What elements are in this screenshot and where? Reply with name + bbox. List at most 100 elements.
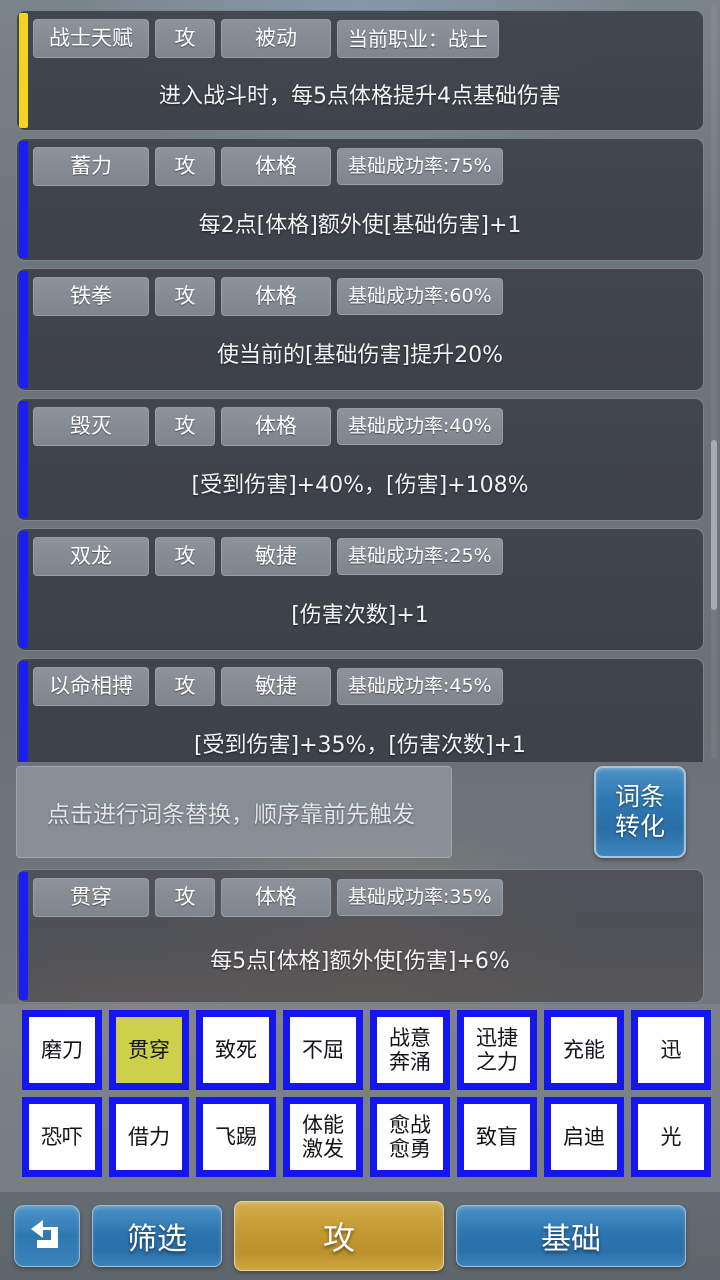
skill-tile[interactable]: 体能激发 [283,1097,363,1177]
card-rate-pill: 基础成功率:45% [337,668,503,705]
skill-card[interactable]: 毁灭攻体格 基础成功率:40% [受到伤害]+40%，[伤害]+108% [16,398,704,521]
card-type-pill: 攻 [155,147,215,186]
card-description: 每2点[体格]额外使[基础伤害]+1 [198,213,522,238]
skill-tile-grid: 磨刀 贯穿 致死 不屈 战意奔涌 迅捷之力 充能 迅 恐吓 借力 飞踢 体能激发 愈战愈勇 致盲 启迪 光 [0,1004,720,1192]
skill-tile-label: 体能激发 [302,1113,344,1161]
bottom-toolbar: 筛选 攻 基础 [0,1192,720,1280]
scrollbar-thumb[interactable] [711,440,717,610]
entry-convert-label-line1: 词条 [614,782,665,811]
filter-button[interactable]: 筛选 [92,1205,222,1267]
card-name-pill: 铁拳 [33,277,149,316]
card-rate-pill: 基础成功率:40% [337,408,503,445]
card-stat-pill: 体格 [221,147,331,186]
skill-tile[interactable]: 愈战愈勇 [370,1097,450,1177]
card-type-pill: 攻 [155,667,215,706]
card-type-pill: 攻 [155,878,215,917]
card-accent-bar [19,271,28,388]
skill-tile-label: 光 [660,1125,682,1149]
skill-card[interactable]: 以命相搏攻敏捷 基础成功率:45% [受到伤害]+35%，[伤害次数]+1 [16,658,704,762]
skill-card[interactable]: 双龙攻敏捷 基础成功率:25% [伤害次数]+1 [16,528,704,651]
card-accent-bar [19,13,28,128]
card-rate-pill: 基础成功率:25% [337,538,503,575]
skill-tile-label: 迅 [660,1038,682,1062]
tab-basic-label: 基础 [541,1222,601,1257]
card-description: [受到伤害]+35%，[伤害次数]+1 [193,733,527,758]
skill-tile-label: 不屈 [302,1038,344,1062]
skill-tile[interactable]: 迅 [631,1010,711,1090]
skill-tile-label: 迅捷之力 [476,1026,518,1074]
skill-tile-label: 愈战愈勇 [389,1113,431,1161]
skill-tile[interactable]: 飞踢 [196,1097,276,1177]
skill-tile[interactable]: 恐吓 [22,1097,102,1177]
selected-skill-card[interactable]: 贯穿 攻 体格 基础成功率:35% 每5点[体格]额外使[伤害]+6% [16,869,704,1003]
skill-tile[interactable]: 迅捷之力 [457,1010,537,1090]
entry-replace-hint: 点击进行词条替换，顺序靠前先触发 [47,802,415,828]
skill-tile-label: 致盲 [476,1125,518,1149]
skill-tile[interactable]: 光 [631,1097,711,1177]
card-name-pill: 蓄力 [33,147,149,186]
card-stat-pill: 被动 [221,19,331,58]
entry-replace-slot[interactable]: 点击进行词条替换，顺序靠前先触发 [16,766,452,858]
entry-convert-button[interactable]: 词条 转化 [594,766,686,858]
card-name-pill: 双龙 [33,537,149,576]
tab-basic[interactable]: 基础 [456,1205,686,1267]
skill-tile-label: 充能 [563,1038,605,1062]
card-header: 蓄力攻体格 基础成功率:75% [17,139,703,186]
card-type-pill: 攻 [155,19,215,58]
card-accent-bar [19,141,28,258]
card-header: 战士天赋攻被动 当前职业：战士 [17,11,703,58]
skill-tile-label: 恐吓 [41,1125,83,1149]
card-rate-pill: 基础成功率:35% [337,879,503,916]
back-button[interactable] [14,1205,80,1267]
card-stat-pill: 体格 [221,878,331,917]
skill-tile-label: 战意奔涌 [389,1026,431,1074]
skill-tile[interactable]: 借力 [109,1097,189,1177]
card-name-pill: 毁灭 [33,407,149,446]
tab-attack[interactable]: 攻 [234,1201,444,1271]
card-stat-pill: 敏捷 [221,667,331,706]
card-name-pill: 以命相搏 [33,667,149,706]
skill-card[interactable]: 蓄力攻体格 基础成功率:75% 每2点[体格]额外使[基础伤害]+1 [16,138,704,261]
skill-tile[interactable]: 磨刀 [22,1010,102,1090]
return-arrow-icon [31,1220,58,1248]
skill-card-list[interactable]: 战士天赋攻被动 当前职业：战士 进入战斗时，每5点体格提升4点基础伤害 蓄力攻体格 基础… [0,0,720,762]
skill-tile[interactable]: 不屈 [283,1010,363,1090]
card-accent-bar [19,872,28,1000]
card-header: 铁拳攻体格 基础成功率:60% [17,269,703,316]
skill-grid-row-2: 恐吓 借力 飞踢 体能激发 愈战愈勇 致盲 启迪 光 [0,1097,720,1177]
skill-tile[interactable]: 贯穿 [109,1010,189,1090]
skill-tile[interactable]: 致盲 [457,1097,537,1177]
card-rate-pill: 基础成功率:60% [337,278,503,315]
scrollbar-track[interactable] [711,4,717,758]
skill-card[interactable]: 铁拳攻体格 基础成功率:60% 使当前的[基础伤害]提升20% [16,268,704,391]
card-rate-pill: 当前职业：战士 [337,19,499,58]
filter-button-label: 筛选 [127,1222,187,1257]
skill-tile-label: 飞踢 [215,1125,257,1149]
skill-card[interactable]: 战士天赋攻被动 当前职业：战士进入战斗时，每5点体格提升4点基础伤害 [16,10,704,131]
card-description: 进入战斗时，每5点体格提升4点基础伤害 [159,84,561,109]
card-accent-bar [19,531,28,648]
card-stat-pill: 敏捷 [221,537,331,576]
skill-tile[interactable]: 充能 [544,1010,624,1090]
card-accent-bar [19,661,28,762]
card-description: 使当前的[基础伤害]提升20% [216,343,504,368]
skill-tile-label: 借力 [128,1125,170,1149]
skill-tile[interactable]: 战意奔涌 [370,1010,450,1090]
skill-tile[interactable]: 致死 [196,1010,276,1090]
card-type-pill: 攻 [155,407,215,446]
card-header: 贯穿 攻 体格 基础成功率:35% [17,870,703,917]
skill-tile[interactable]: 启迪 [544,1097,624,1177]
entry-replace-row: 点击进行词条替换，顺序靠前先触发 词条 转化 [0,760,720,864]
tab-attack-label: 攻 [322,1219,355,1257]
skill-tile-label: 磨刀 [41,1038,83,1062]
skill-tile-label: 贯穿 [128,1038,170,1062]
card-type-pill: 攻 [155,537,215,576]
card-type-pill: 攻 [155,277,215,316]
card-description: 每5点[体格]额外使[伤害]+6% [210,949,510,974]
skill-grid-row-1: 磨刀 贯穿 致死 不屈 战意奔涌 迅捷之力 充能 迅 [0,1010,720,1090]
skill-tile-label: 启迪 [563,1125,605,1149]
card-rate-pill: 基础成功率:75% [337,148,503,185]
card-header: 双龙攻敏捷 基础成功率:25% [17,529,703,576]
entry-convert-label-line2: 转化 [614,812,665,841]
card-name-pill: 战士天赋 [33,19,149,58]
